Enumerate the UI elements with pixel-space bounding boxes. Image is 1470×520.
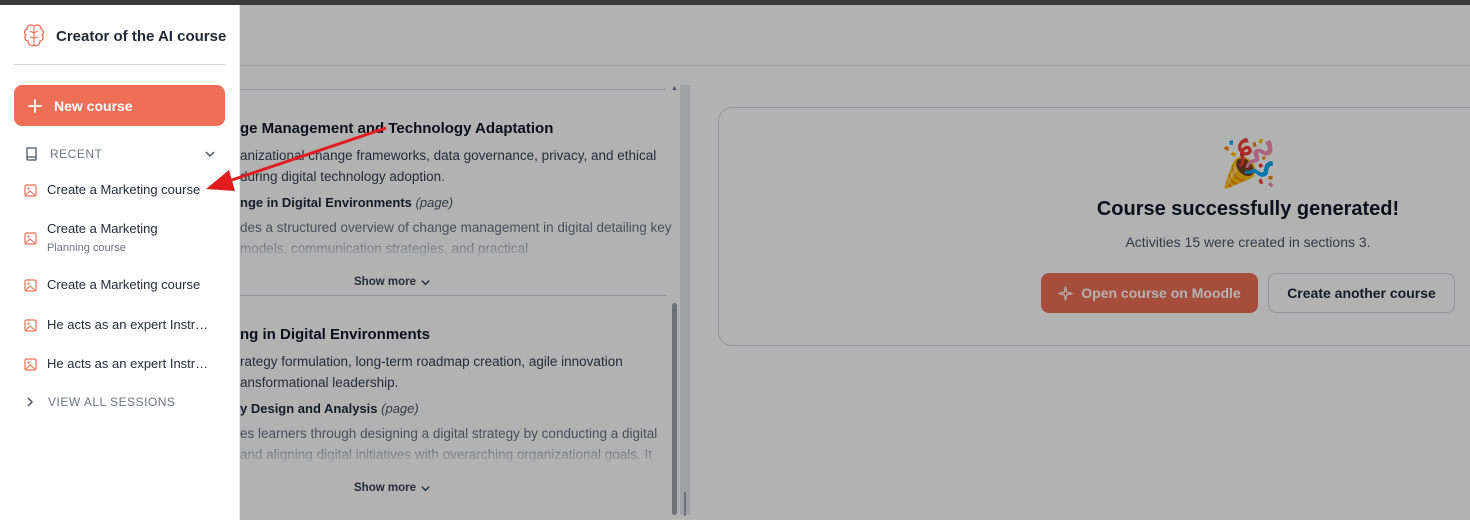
- session-label: Create a Marketing course: [47, 182, 201, 197]
- session-label: He acts as an expert Instructional Desig…: [47, 356, 209, 371]
- session-label: He acts as an expert Instructional Desig…: [47, 317, 209, 332]
- recent-session-item[interactable]: Create a Marketing Planning course: [24, 219, 219, 256]
- new-course-button[interactable]: New course: [14, 85, 225, 126]
- recent-session-item[interactable]: He acts as an expert Instructional Desig…: [24, 315, 219, 335]
- brain-icon: [23, 24, 45, 47]
- image-icon: [24, 319, 37, 332]
- app-title: Creator of the AI course: [56, 27, 227, 45]
- sidebar: Creator of the AI course New course RECE…: [0, 5, 240, 520]
- chevron-right-icon: [27, 397, 34, 407]
- recent-section-toggle[interactable]: RECENT: [24, 146, 216, 162]
- image-icon: [24, 232, 37, 245]
- view-all-label: VIEW ALL SESSIONS: [48, 395, 176, 409]
- image-icon: [24, 279, 37, 292]
- session-label: Create a Marketing course: [47, 277, 201, 292]
- chevron-down-icon: [205, 151, 215, 158]
- session-sublabel: Planning course: [47, 242, 126, 254]
- view-all-sessions-link[interactable]: VIEW ALL SESSIONS: [24, 395, 175, 409]
- recent-session-item[interactable]: Create a Marketing course: [24, 180, 219, 200]
- recent-session-item[interactable]: He acts as an expert Instructional Desig…: [24, 354, 219, 374]
- book-icon: [26, 147, 37, 161]
- image-icon: [24, 358, 37, 371]
- sidebar-divider: [14, 64, 225, 65]
- session-label: Create a Marketing: [47, 221, 158, 236]
- plus-icon: [28, 98, 42, 113]
- image-icon: [24, 184, 37, 197]
- new-course-label: New course: [54, 97, 133, 114]
- recent-label: RECENT: [50, 147, 103, 161]
- brand: Creator of the AI course: [22, 23, 226, 49]
- recent-session-item[interactable]: Create a Marketing course: [24, 275, 219, 295]
